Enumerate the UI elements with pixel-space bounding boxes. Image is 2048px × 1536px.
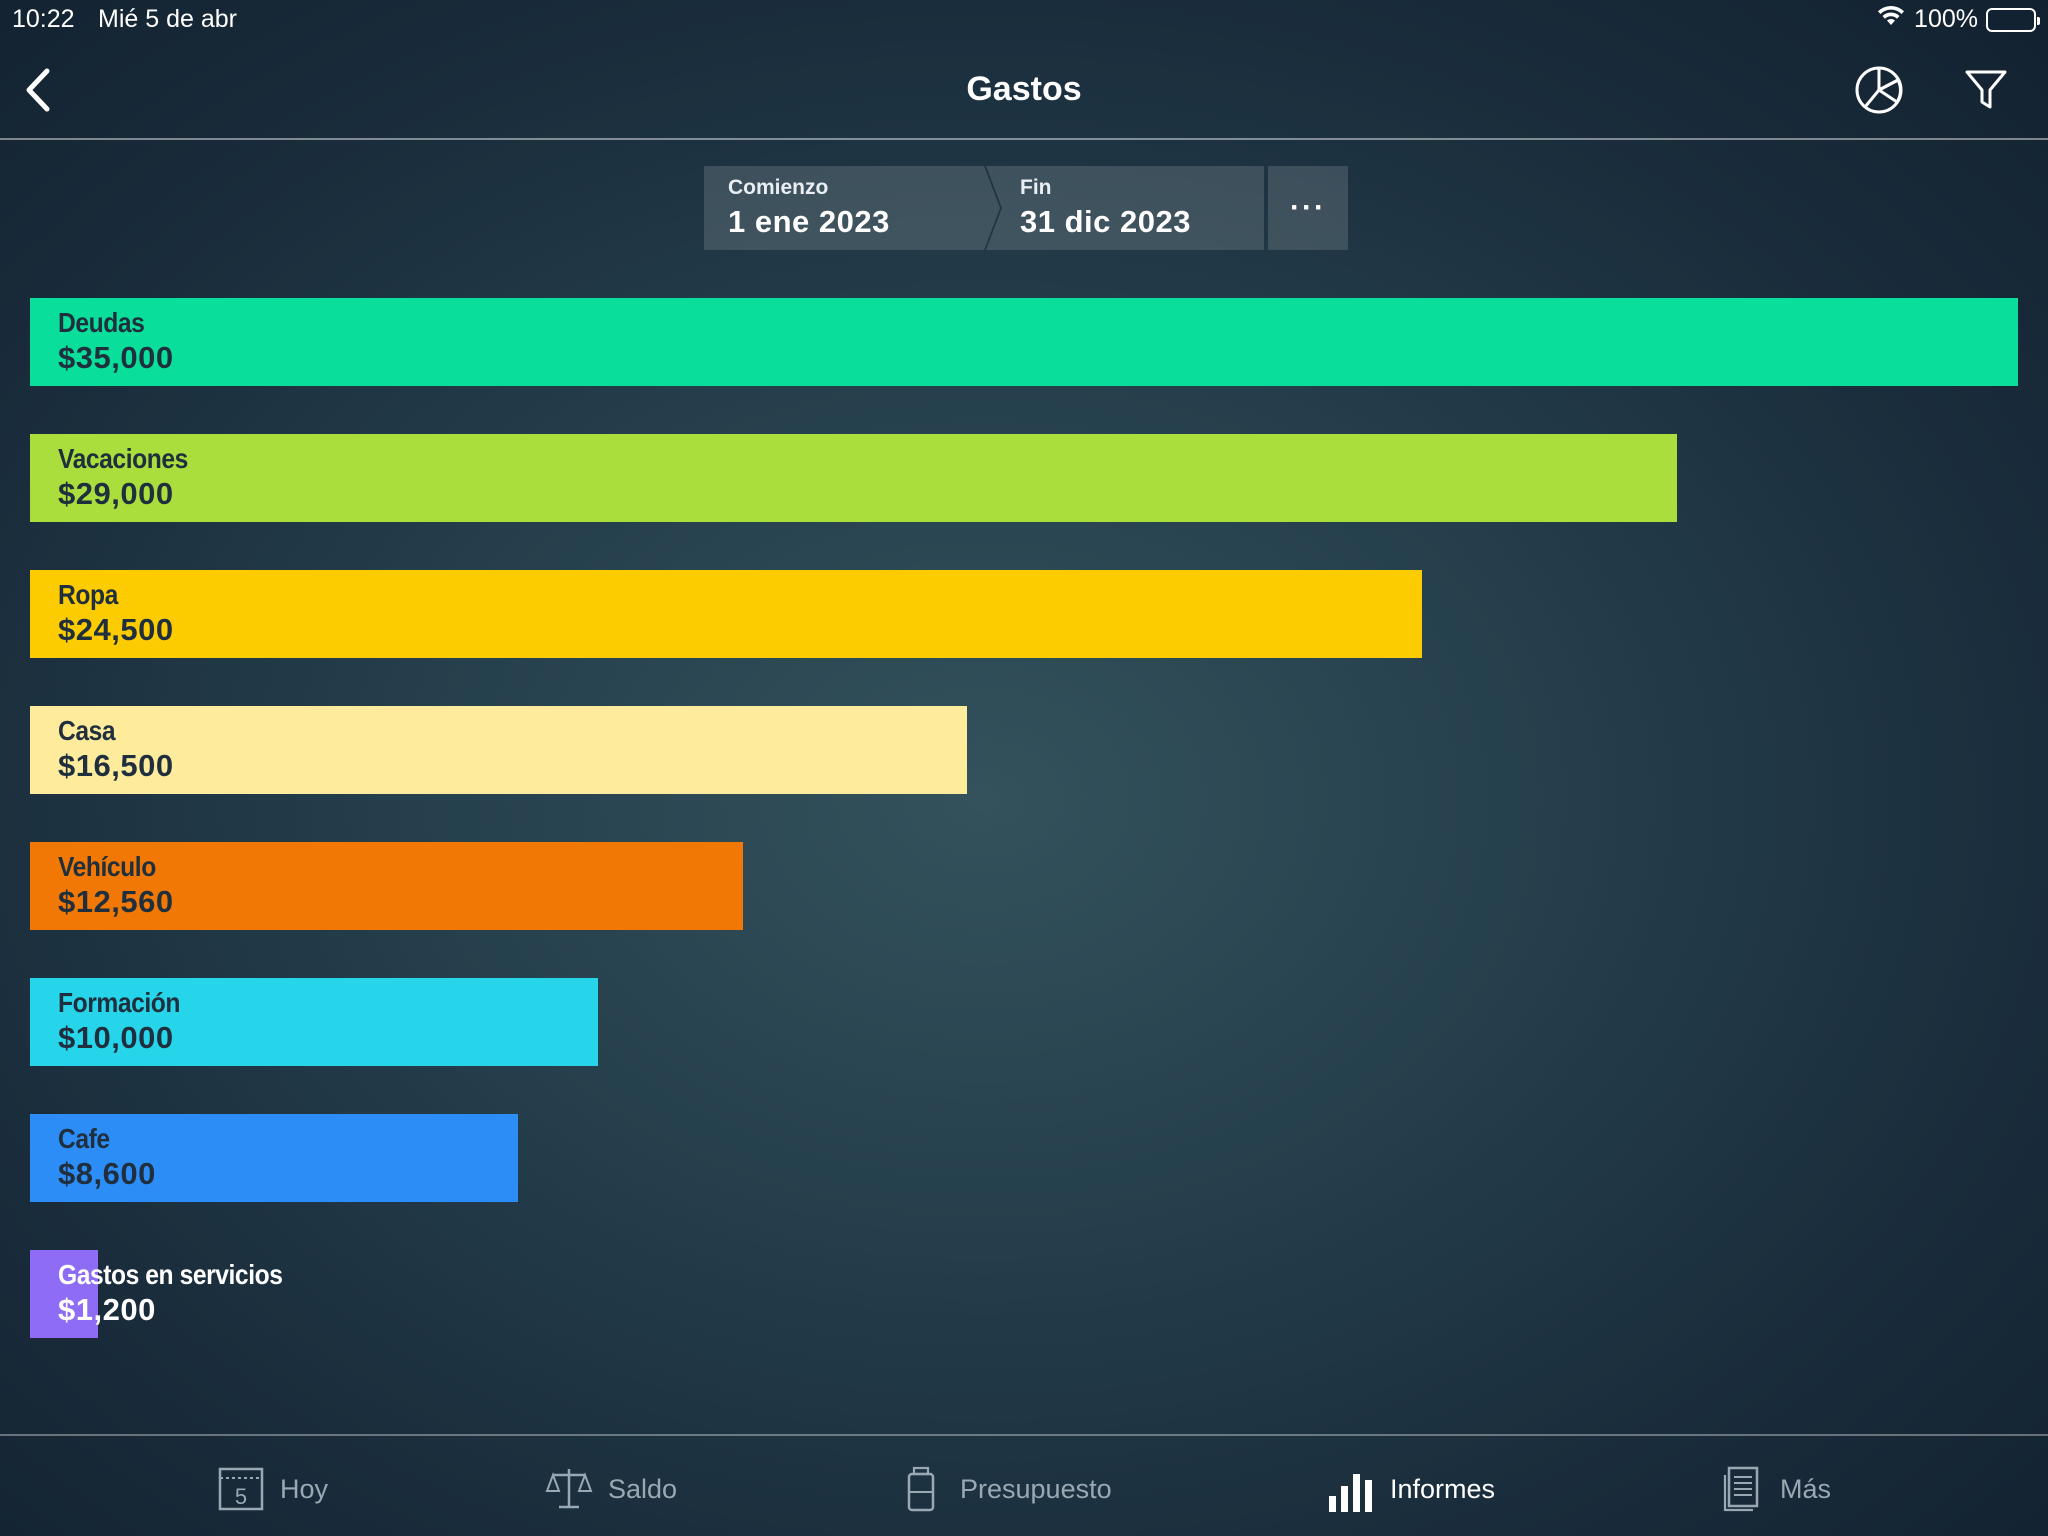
tab-bar: 5 Hoy Saldo Presupuesto Informes Más [0, 1434, 2048, 1536]
tab-label: Hoy [280, 1473, 329, 1504]
bar-category-label: Cafe [58, 1123, 110, 1154]
bar-row[interactable]: Deudas $35,000 [30, 298, 2020, 386]
bar-row[interactable]: Cafe $8,600 [30, 1114, 2020, 1202]
bar-value-label: $1,200 [58, 1291, 156, 1327]
status-bar: 10:22 Mié 5 de abr 100% [0, 0, 2048, 38]
bar-row[interactable]: Gastos en servicios $1,200 [30, 1250, 2020, 1338]
bar-value-label: $12,560 [58, 883, 174, 919]
end-date-caption: Fin [1020, 176, 1052, 199]
filter-button[interactable] [1958, 62, 2014, 118]
bar-label: Vacaciones $29,000 [58, 443, 206, 511]
bar-label: Ropa $24,500 [58, 579, 174, 647]
tab-mas[interactable]: Más [1716, 1464, 1831, 1514]
pie-chart-icon [1855, 66, 1903, 114]
bar-category-label: Formación [58, 987, 181, 1018]
end-date-value: 31 dic 2023 [1020, 204, 1191, 239]
wifi-icon [1876, 4, 1906, 35]
bar-label: Gastos en servicios $1,200 [58, 1259, 313, 1327]
bar-label: Casa $16,500 [58, 715, 174, 783]
status-indicators: 100% [1876, 4, 2040, 35]
tab-hoy[interactable]: 5 Hoy [216, 1464, 328, 1514]
tab-presupuesto[interactable]: Presupuesto [896, 1464, 1112, 1514]
document-icon [1716, 1464, 1766, 1514]
tab-label: Presupuesto [960, 1473, 1112, 1504]
expense-bar-chart: Deudas $35,000 Vacaciones $29,000 Ropa $24,50… [30, 298, 2020, 1338]
date-range-selector: Comienzo 1 ene 2023 Fin 31 dic 2023 ··· [704, 166, 1348, 250]
battery-percentage: 100% [1914, 5, 1978, 33]
chart-type-button[interactable] [1851, 62, 1907, 118]
end-date-button[interactable]: Fin 31 dic 2023 [986, 166, 1264, 250]
status-time: 10:22 [12, 5, 75, 33]
bar-value-label: $16,500 [58, 747, 174, 783]
bar-label: Formación $10,000 [58, 987, 197, 1055]
bar-category-label: Casa [58, 715, 116, 746]
bar-category-label: Vehículo [58, 851, 156, 882]
bar-row[interactable]: Ropa $24,500 [30, 570, 2020, 658]
bar-value-label: $35,000 [58, 339, 174, 375]
bar-row[interactable]: Casa $16,500 [30, 706, 2020, 794]
start-date-value: 1 ene 2023 [728, 204, 890, 239]
bar-category-label: Ropa [58, 579, 118, 610]
bar-label: Deudas $35,000 [58, 307, 174, 375]
bar-row[interactable]: Formación $10,000 [30, 978, 2020, 1066]
calendar-icon: 5 [216, 1464, 266, 1514]
start-date-button[interactable]: Comienzo 1 ene 2023 [704, 166, 1000, 250]
tab-label: Saldo [608, 1473, 678, 1504]
bar [30, 570, 1422, 658]
bar-chart-icon [1326, 1464, 1376, 1514]
bar-value-label: $24,500 [58, 611, 174, 647]
bar-value-label: $8,600 [58, 1155, 156, 1191]
bar-row[interactable]: Vacaciones $29,000 [30, 434, 2020, 522]
tab-informes[interactable]: Informes [1326, 1464, 1495, 1514]
navigation-bar: Gastos [0, 40, 2048, 140]
bar-category-label: Vacaciones [58, 443, 188, 474]
scale-icon [544, 1464, 594, 1514]
bar [30, 434, 1677, 522]
bar-row[interactable]: Vehículo $12,560 [30, 842, 2020, 930]
bar-value-label: $10,000 [58, 1019, 174, 1055]
filter-icon [1965, 70, 2007, 109]
tab-label: Informes [1390, 1473, 1496, 1504]
page-title: Gastos [966, 70, 1082, 108]
bar-category-label: Gastos en servicios [58, 1259, 283, 1290]
bar-label: Vehículo $12,560 [58, 851, 174, 919]
battery-icon [1986, 7, 2040, 32]
bar [30, 298, 2018, 386]
bar-category-label: Deudas [58, 307, 145, 338]
calendar-icon-day: 5 [235, 1484, 247, 1509]
bar-value-label: $29,000 [58, 475, 174, 511]
start-date-caption: Comienzo [728, 176, 829, 199]
tab-label: Más [1780, 1473, 1832, 1504]
jar-icon [896, 1464, 946, 1514]
status-date: Mié 5 de abr [98, 5, 237, 33]
tab-saldo[interactable]: Saldo [544, 1464, 677, 1514]
more-options-button[interactable]: ··· [1268, 166, 1348, 250]
bar-label: Cafe $8,600 [58, 1123, 156, 1191]
